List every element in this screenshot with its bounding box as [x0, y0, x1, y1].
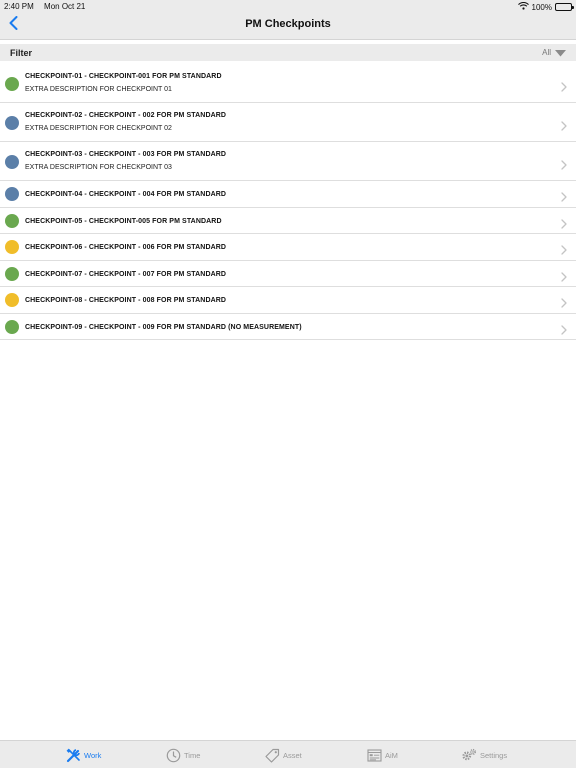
- checkpoint-title: CHECKPOINT-05 - CHECKPOINT-005 FOR PM ST…: [25, 217, 222, 225]
- clock-icon: [165, 747, 181, 763]
- checkpoint-row[interactable]: CHECKPOINT-04 - CHECKPOINT - 004 FOR PM …: [0, 181, 576, 208]
- chevron-right-icon: [561, 118, 567, 131]
- page-title: PM Checkpoints: [245, 18, 331, 30]
- tab-asset[interactable]: Asset: [264, 746, 302, 764]
- chevron-right-icon: [561, 189, 567, 202]
- status-dot: [5, 77, 19, 91]
- checkpoint-list: CHECKPOINT-01 - CHECKPOINT-001 FOR PM ST…: [0, 64, 576, 340]
- filter-label: Filter: [10, 47, 33, 58]
- tab-aim-label: AiM: [385, 750, 398, 760]
- checkpoint-row[interactable]: CHECKPOINT-05 - CHECKPOINT-005 FOR PM ST…: [0, 208, 576, 234]
- status-bar-right: 100%: [517, 1, 574, 12]
- tab-bar: Work Time Asset AiM Settings: [0, 740, 576, 768]
- tab-work-label: Work: [84, 750, 102, 760]
- checkpoint-title: CHECKPOINT-07 - CHECKPOINT - 007 FOR PM …: [25, 270, 227, 278]
- filter-dropdown[interactable]: All: [542, 44, 566, 62]
- checkpoint-title: CHECKPOINT-04 - CHECKPOINT - 004 FOR PM …: [25, 191, 227, 198]
- status-dot: [5, 293, 19, 307]
- checkpoint-title: CHECKPOINT-06 - CHECKPOINT - 006 FOR PM …: [25, 244, 227, 251]
- chevron-right-icon: [561, 322, 567, 335]
- checkpoint-row[interactable]: CHECKPOINT-07 - CHECKPOINT - 007 FOR PM …: [0, 261, 576, 287]
- status-time: 2:40 PM: [4, 2, 34, 11]
- chevron-right-icon: [561, 79, 567, 92]
- status-bar-left: 2:40 PM Mon Oct 21: [4, 2, 85, 11]
- filter-value: All: [542, 48, 551, 57]
- tab-settings[interactable]: Settings: [461, 746, 507, 764]
- chevron-right-icon: [561, 157, 567, 170]
- filter-bar[interactable]: Filter All: [0, 44, 576, 61]
- checkpoint-row[interactable]: CHECKPOINT-09 - CHECKPOINT - 009 FOR PM …: [0, 314, 576, 340]
- status-dot: [5, 116, 19, 130]
- status-dot: [5, 240, 19, 254]
- battery-icon: [555, 3, 574, 11]
- status-date: Mon Oct 21: [44, 2, 86, 11]
- top-bar: 2:40 PM Mon Oct 21 100% PM Checkpoints: [0, 0, 576, 40]
- checkpoint-title: CHECKPOINT-08 - CHECKPOINT - 008 FOR PM …: [25, 297, 227, 304]
- checkpoint-description: EXTRA DESCRIPTION FOR CHECKPOINT 02: [25, 125, 172, 132]
- wifi-icon: [517, 1, 529, 12]
- checkpoint-title: CHECKPOINT-09 - CHECKPOINT - 009 FOR PM …: [25, 323, 302, 331]
- checkpoint-title: CHECKPOINT-02 - CHECKPOINT - 002 FOR PM …: [25, 112, 227, 119]
- wrench-screwdriver-icon: [65, 747, 81, 763]
- chevron-right-icon: [561, 216, 567, 229]
- screen: 2:40 PM Mon Oct 21 100% PM Checkpoints F…: [0, 0, 576, 768]
- checkpoint-description: EXTRA DESCRIPTION FOR CHECKPOINT 03: [25, 164, 172, 171]
- triangle-down-icon: [555, 44, 566, 62]
- checkpoint-row[interactable]: CHECKPOINT-06 - CHECKPOINT - 006 FOR PM …: [0, 234, 576, 261]
- battery-percent: 100%: [531, 2, 552, 12]
- form-icon: [366, 747, 382, 763]
- status-dot: [5, 319, 19, 334]
- tab-work[interactable]: Work: [65, 746, 101, 764]
- tab-time-label: Time: [184, 750, 201, 760]
- status-dot: [5, 213, 19, 228]
- checkpoint-row[interactable]: CHECKPOINT-03 - CHECKPOINT - 003 FOR PM …: [0, 142, 576, 181]
- checkpoint-row[interactable]: CHECKPOINT-02 - CHECKPOINT - 002 FOR PM …: [0, 103, 576, 142]
- checkpoint-row[interactable]: CHECKPOINT-08 - CHECKPOINT - 008 FOR PM …: [0, 287, 576, 314]
- chevron-right-icon: [561, 242, 567, 255]
- tab-asset-label: Asset: [283, 750, 302, 760]
- checkpoint-title: CHECKPOINT-03 - CHECKPOINT - 003 FOR PM …: [25, 151, 227, 158]
- status-dot: [5, 155, 19, 169]
- tag-icon: [264, 747, 280, 763]
- checkpoint-title: CHECKPOINT-01 - CHECKPOINT-001 FOR PM ST…: [25, 73, 222, 80]
- gears-icon: [461, 747, 477, 763]
- checkpoint-row[interactable]: CHECKPOINT-01 - CHECKPOINT-001 FOR PM ST…: [0, 64, 576, 103]
- tab-aim[interactable]: AiM: [366, 746, 398, 764]
- status-dot: [5, 266, 19, 281]
- checkpoint-description: EXTRA DESCRIPTION FOR CHECKPOINT 01: [25, 86, 172, 93]
- tab-settings-label: Settings: [480, 750, 508, 760]
- status-dot: [5, 187, 19, 201]
- tab-time[interactable]: Time: [165, 746, 200, 764]
- chevron-right-icon: [561, 269, 567, 282]
- chevron-right-icon: [561, 295, 567, 308]
